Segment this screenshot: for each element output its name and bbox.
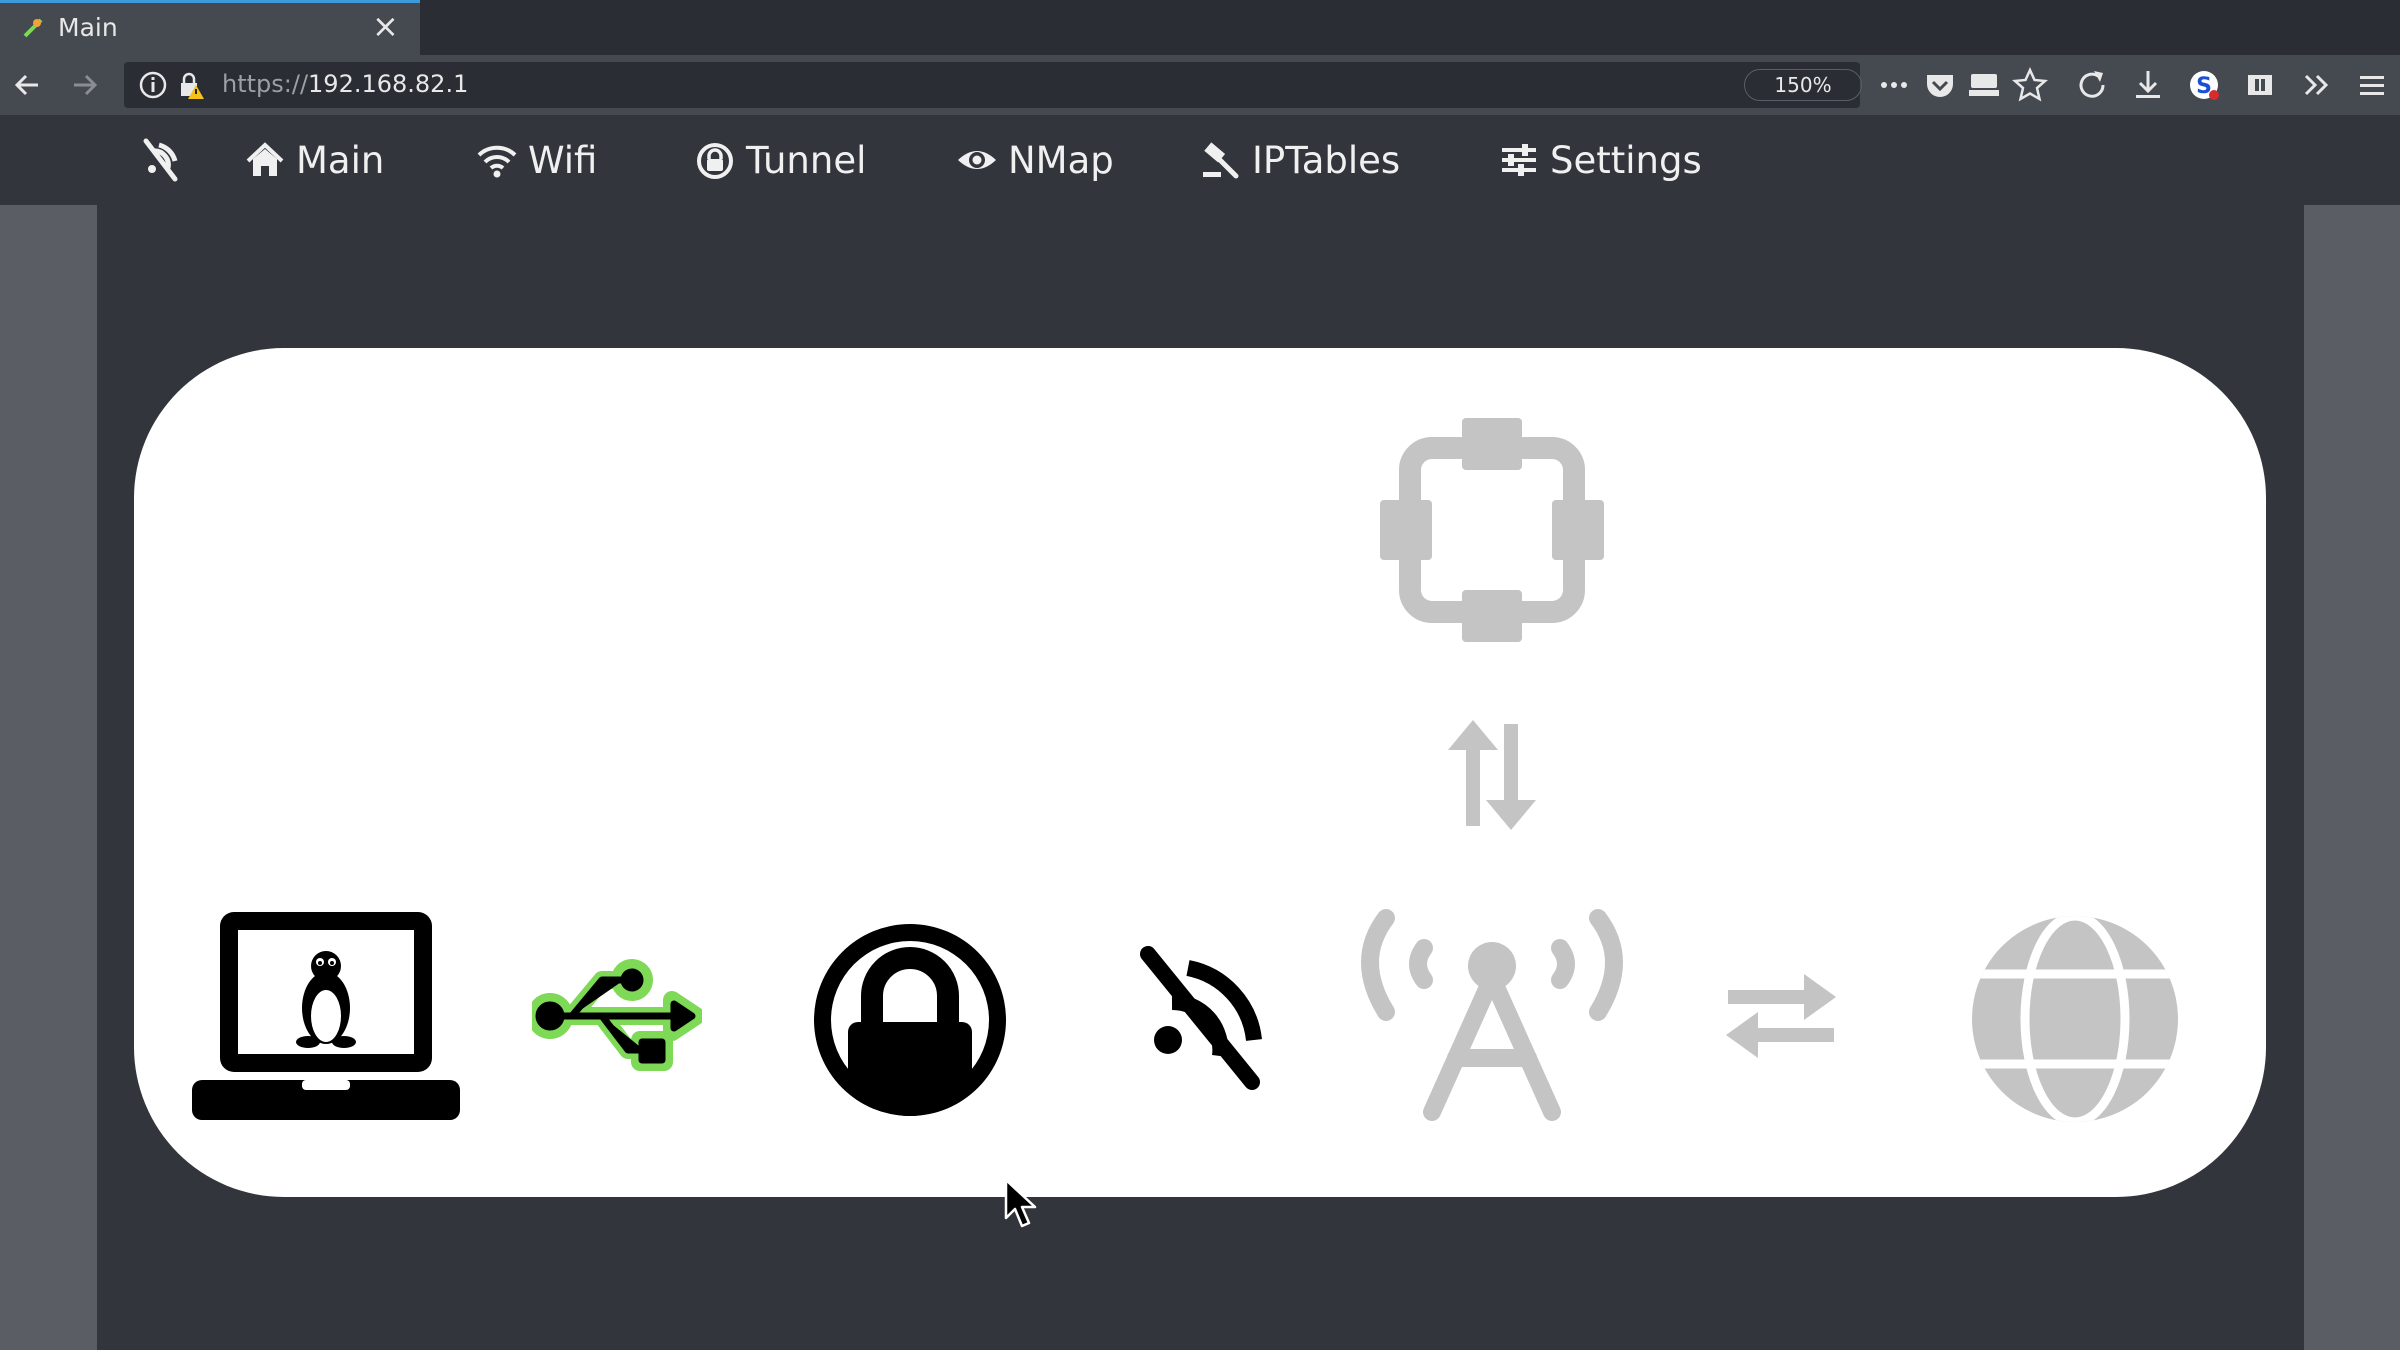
- network-hub-icon: [1380, 418, 1604, 642]
- bookmark-star-icon[interactable]: [2010, 65, 2050, 105]
- nav-item-nmap[interactable]: NMap: [956, 135, 1114, 185]
- overflow-chevron-icon[interactable]: [2296, 65, 2336, 105]
- browser-navbar: https://192.168.82.1 150% S: [0, 55, 2400, 115]
- reload-icon[interactable]: [2072, 65, 2112, 105]
- page-margin-right: [2304, 205, 2400, 1350]
- linux-laptop-icon[interactable]: [192, 908, 460, 1124]
- nav-item-main[interactable]: Main: [244, 135, 384, 185]
- url-bar[interactable]: https://192.168.82.1 150%: [124, 62, 1862, 108]
- zoom-indicator[interactable]: 150%: [1744, 69, 1862, 101]
- browser-tabbar: Main ×: [0, 0, 2400, 55]
- insecure-lock-icon[interactable]: [176, 70, 206, 100]
- extension-icon[interactable]: [2240, 65, 2280, 105]
- nav-item-label: Tunnel: [746, 138, 867, 182]
- more-actions-icon[interactable]: [1874, 65, 1914, 105]
- tab-close-icon[interactable]: ×: [372, 10, 399, 42]
- pocket-icon[interactable]: [1920, 65, 1960, 105]
- gavel-icon: [1203, 142, 1239, 179]
- nav-item-tunnel[interactable]: Tunnel: [694, 135, 866, 185]
- tab-title: Main: [58, 13, 118, 42]
- hamburger-menu-icon[interactable]: [2352, 65, 2392, 105]
- wifi-icon: [477, 145, 517, 178]
- mouse-cursor-icon: [1004, 1178, 1037, 1228]
- reader-icon[interactable]: [1964, 65, 2004, 105]
- nav-item-label: Wifi: [528, 138, 598, 182]
- exchange-arrows-icon: [1726, 974, 1836, 1058]
- signal-off-icon[interactable]: [135, 135, 185, 185]
- globe-icon: [1972, 916, 2178, 1122]
- nav-item-wifi[interactable]: Wifi: [476, 135, 597, 185]
- connection-diagram-panel: [134, 348, 2266, 1197]
- nav-item-label: Main: [296, 138, 385, 182]
- nav-item-settings[interactable]: Settings: [1498, 135, 1702, 185]
- usb-icon[interactable]: [532, 958, 702, 1074]
- eye-icon: [958, 151, 996, 169]
- nav-item-iptables[interactable]: IPTables: [1200, 135, 1400, 185]
- nav-item-label: IPTables: [1252, 138, 1401, 182]
- vpn-lock-icon[interactable]: [804, 914, 1016, 1126]
- lock-circle-icon: [697, 143, 733, 179]
- favicon-icon: [23, 18, 43, 38]
- signal-off-icon[interactable]: [1136, 944, 1266, 1094]
- forward-arrow-icon[interactable]: [64, 65, 104, 105]
- home-icon: [246, 142, 284, 176]
- page-margin-left: [0, 205, 97, 1350]
- nav-item-label: NMap: [1008, 138, 1114, 182]
- url-text: https://192.168.82.1: [222, 70, 469, 98]
- vertical-arrows-icon: [1448, 720, 1536, 830]
- antenna-icon: [1361, 909, 1623, 1121]
- nav-item-label: Settings: [1550, 138, 1702, 182]
- app-navbar: Main Wifi Tunnel NMap IPTables Settings: [0, 115, 2400, 205]
- browser-tab[interactable]: Main ×: [0, 0, 420, 55]
- sliders-icon: [1502, 144, 1536, 176]
- extension-s-icon[interactable]: S: [2184, 65, 2224, 105]
- back-arrow-icon[interactable]: [8, 65, 48, 105]
- info-icon[interactable]: [138, 70, 168, 100]
- download-icon[interactable]: [2128, 65, 2168, 105]
